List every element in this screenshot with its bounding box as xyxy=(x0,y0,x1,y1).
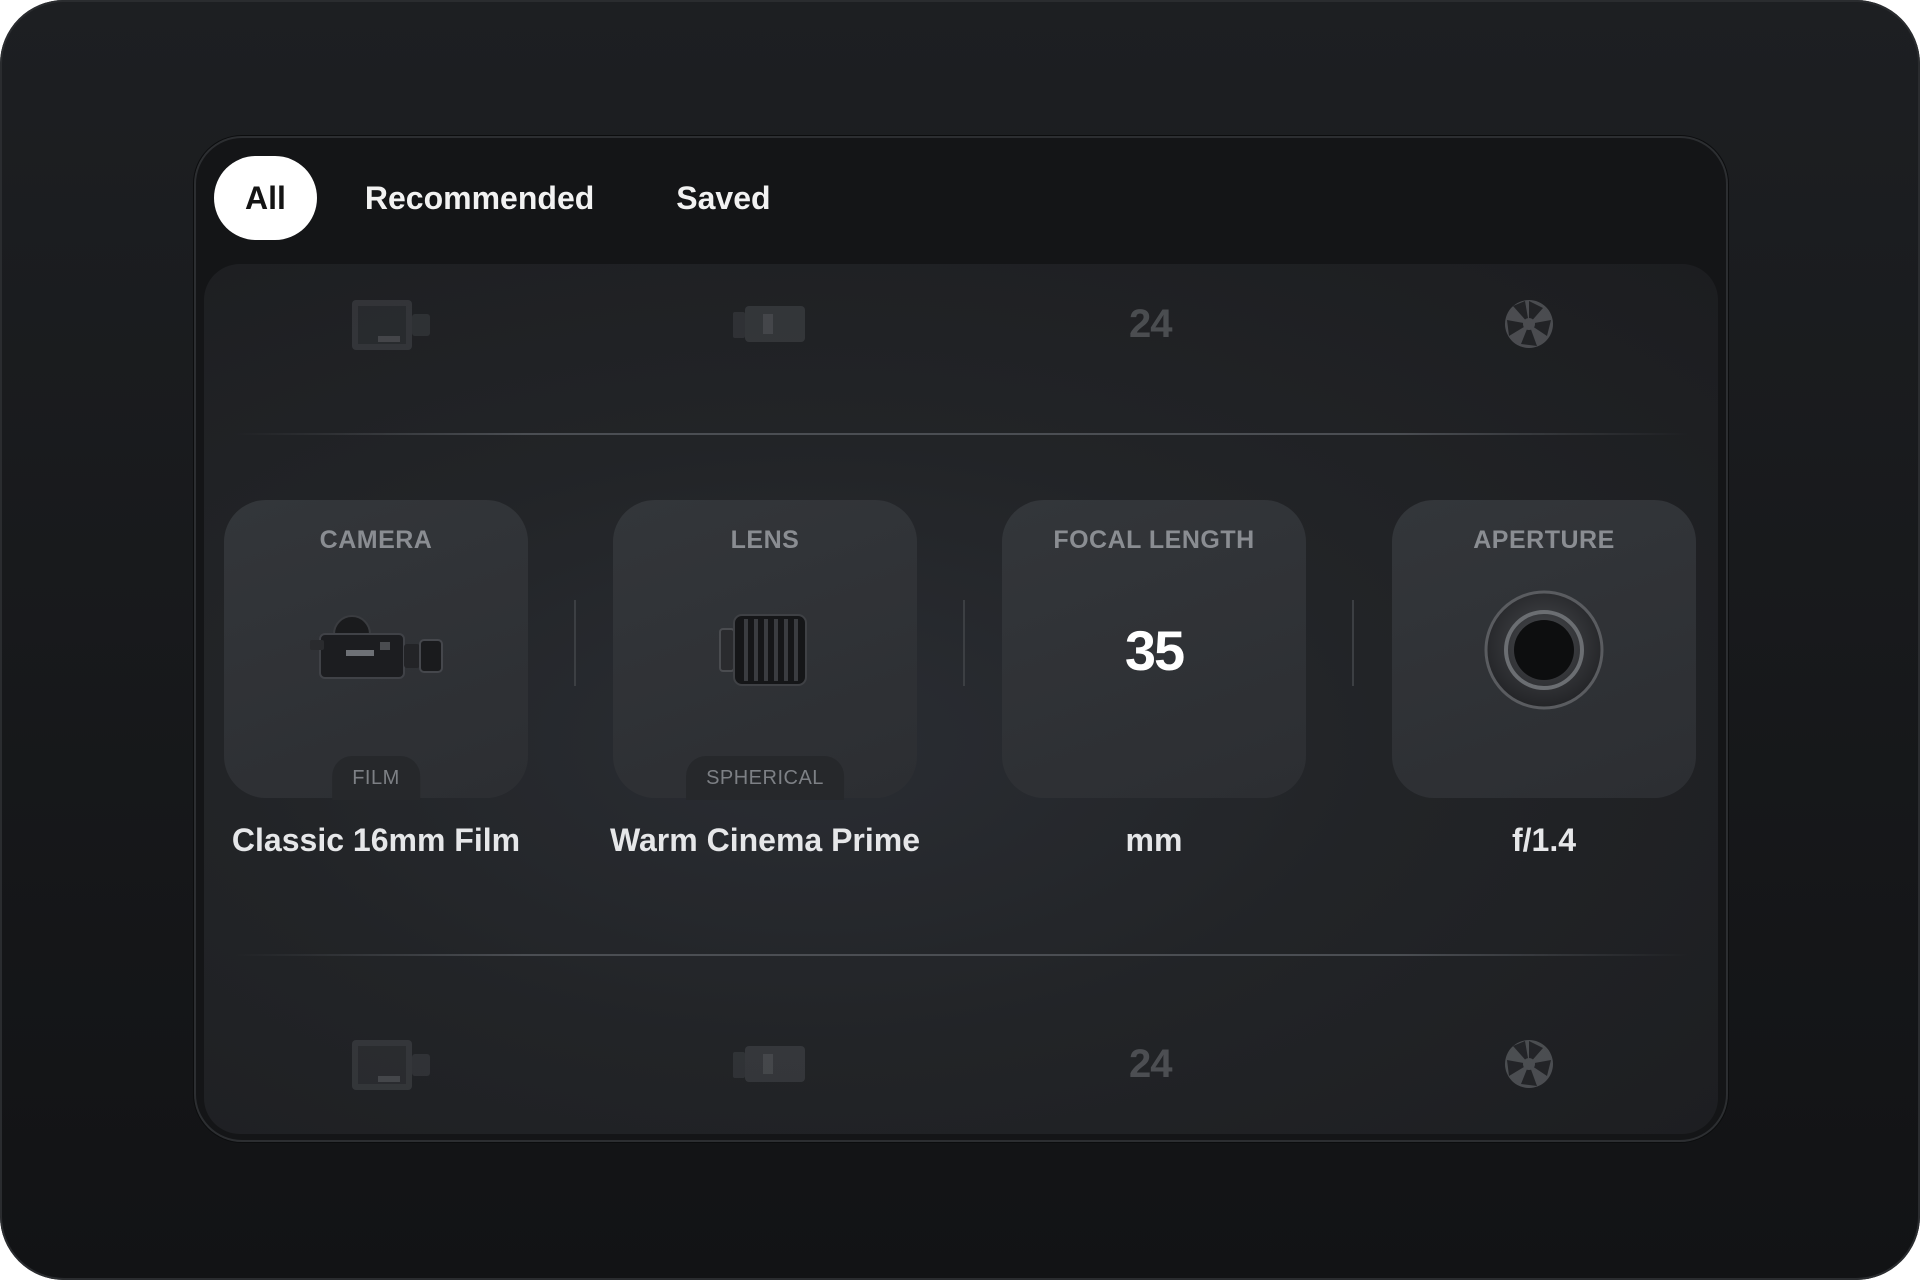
cine-lens-icon xyxy=(719,614,807,686)
column-separator xyxy=(574,600,576,686)
aperture-ring-icon xyxy=(1484,590,1604,710)
ghost-focal[interactable]: 24 xyxy=(961,1004,1340,1124)
focal-card-title: FOCAL LENGTH xyxy=(1053,526,1255,554)
row-divider-bottom xyxy=(234,954,1688,956)
aperture-blades-icon xyxy=(1504,300,1553,348)
ghost-row-previous[interactable]: 24 xyxy=(204,264,1718,384)
tab-recommended[interactable]: Recommended xyxy=(333,156,626,240)
aperture-slot[interactable]: APERTURE f/1.4 xyxy=(1392,500,1696,859)
ghost-focal-value: 24 xyxy=(1129,301,1172,346)
column-separator xyxy=(963,600,965,686)
film-camera-icon xyxy=(352,300,431,350)
tab-all[interactable]: All xyxy=(214,156,317,240)
focal-unit: mm xyxy=(1125,822,1183,858)
ghost-lens[interactable] xyxy=(583,1004,962,1124)
lens-type-badge: SPHERICAL xyxy=(686,756,844,800)
camera-name: Classic 16mm Film xyxy=(231,822,521,858)
aperture-card-title: APERTURE xyxy=(1473,526,1615,554)
aperture-card[interactable]: APERTURE xyxy=(1392,500,1696,798)
ghost-focal-value: 24 xyxy=(1129,1041,1172,1086)
focal-card[interactable]: FOCAL LENGTH 35 xyxy=(1002,500,1306,798)
focal-length-value: 35 xyxy=(1124,618,1185,682)
lens-card[interactable]: LENS SPHERICAL xyxy=(613,500,917,800)
ghost-camera[interactable] xyxy=(204,1004,583,1124)
camera-type-badge: FILM xyxy=(332,756,420,800)
ghost-lens[interactable] xyxy=(583,264,962,384)
cine-lens-icon xyxy=(732,306,805,342)
ghost-aperture[interactable] xyxy=(1340,1004,1719,1124)
focal-slot[interactable]: FOCAL LENGTH 35 mm xyxy=(1002,500,1306,859)
lens-slot[interactable]: LENS SPHERICAL Warm Cinema Prime xyxy=(610,500,920,858)
ghost-row-next[interactable]: 24 xyxy=(204,1004,1718,1124)
ghost-camera[interactable] xyxy=(204,264,583,384)
aperture-blades-icon xyxy=(1504,1040,1553,1088)
film-camera-icon xyxy=(352,1040,431,1090)
ghost-focal[interactable]: 24 xyxy=(961,264,1340,384)
lens-card-title: LENS xyxy=(730,526,800,554)
picker-panel: All Recommended Saved 24 CAMERA FILM Cla… xyxy=(194,136,1728,1142)
device-frame: All Recommended Saved 24 CAMERA FILM Cla… xyxy=(0,0,1920,1280)
row-divider-top xyxy=(234,433,1688,435)
active-selection-row: CAMERA FILM Classic 16mm Film LENS SPHER… xyxy=(204,500,1718,900)
camera-card[interactable]: CAMERA FILM xyxy=(224,500,528,800)
aperture-value: f/1.4 xyxy=(1511,822,1577,858)
film-camera-icon xyxy=(310,615,443,679)
camera-slot[interactable]: CAMERA FILM Classic 16mm Film xyxy=(224,500,528,858)
camera-card-title: CAMERA xyxy=(319,526,433,554)
tab-saved[interactable]: Saved xyxy=(644,156,802,240)
cine-lens-icon xyxy=(732,1046,805,1082)
selection-board[interactable]: 24 CAMERA FILM Classic 16mm Film LENS SP… xyxy=(204,264,1718,1134)
ghost-aperture[interactable] xyxy=(1340,264,1719,384)
lens-name: Warm Cinema Prime xyxy=(609,822,921,858)
column-separator xyxy=(1352,600,1354,686)
filter-tabs: All Recommended Saved xyxy=(214,156,821,240)
